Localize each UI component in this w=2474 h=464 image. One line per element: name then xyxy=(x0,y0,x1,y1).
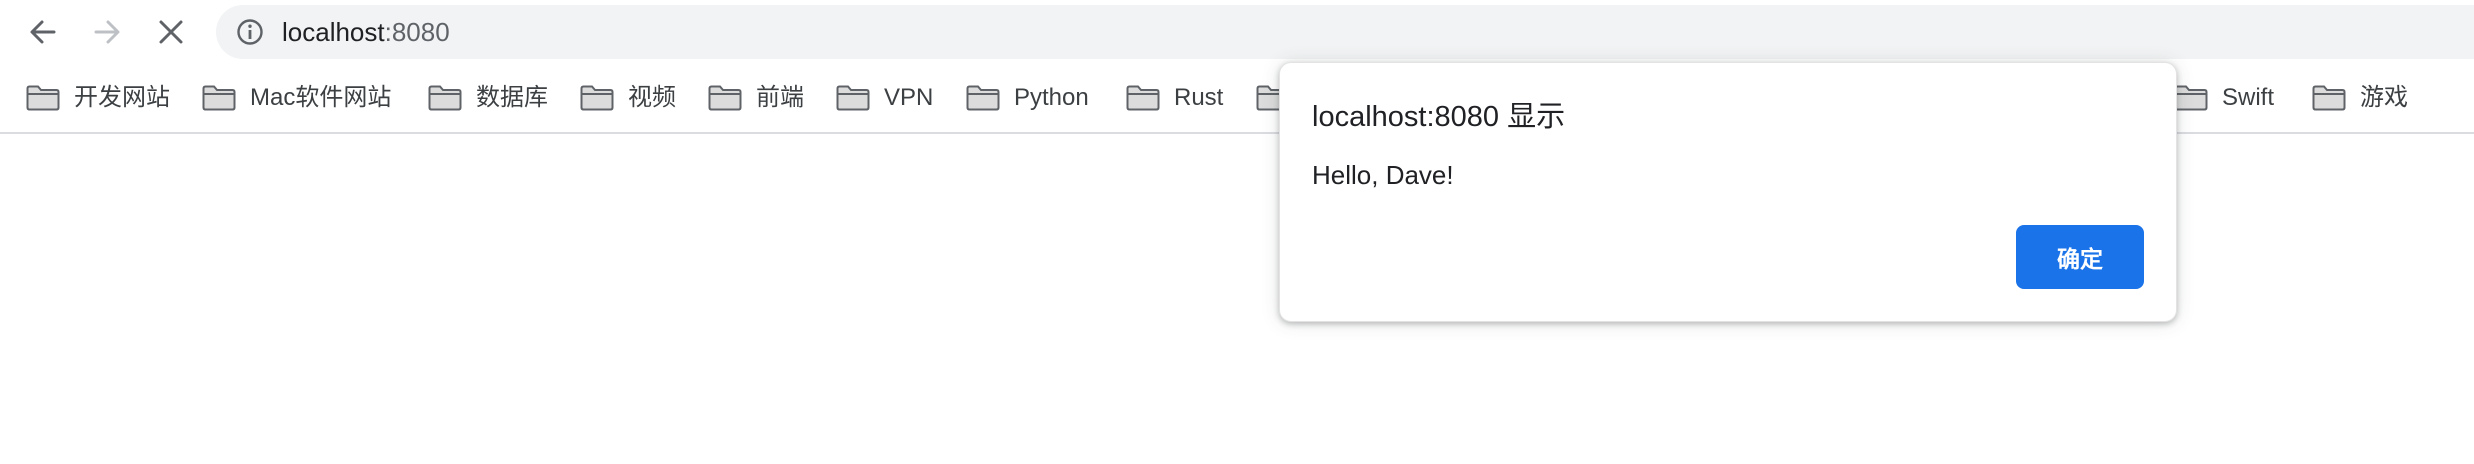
bookmark-label: 游戏 xyxy=(2360,84,2408,111)
alert-dialog: localhost:8080 显示 Hello, Dave! 确定 xyxy=(1279,62,2177,322)
folder-icon xyxy=(580,85,614,111)
bookmark-label: VPN xyxy=(884,84,934,111)
bookmark-folder-python[interactable]: Python xyxy=(966,80,1089,116)
address-bar[interactable]: localhost:8080 xyxy=(216,5,2474,59)
info-icon[interactable] xyxy=(236,18,264,46)
folder-icon xyxy=(428,85,462,111)
bookmark-folder-database[interactable]: 数据库 xyxy=(428,80,548,116)
bookmark-label: Swift xyxy=(2222,84,2275,111)
bookmark-label: 前端 xyxy=(756,84,804,111)
ok-button[interactable]: 确定 xyxy=(2016,225,2144,289)
url-port: :8080 xyxy=(384,17,450,47)
stop-button[interactable] xyxy=(148,9,194,55)
folder-icon xyxy=(966,85,1000,111)
bookmark-folder-swift[interactable]: Swift xyxy=(2174,80,2274,116)
bookmark-folder-video[interactable]: 视频 xyxy=(580,80,676,116)
bookmark-label: 开发网站 xyxy=(74,84,170,111)
folder-icon xyxy=(202,85,236,111)
arrow-left-icon xyxy=(30,20,56,44)
bookmark-label: 视频 xyxy=(628,84,676,111)
folder-icon xyxy=(26,85,60,111)
folder-icon xyxy=(708,85,742,111)
bookmark-folder-dev-sites[interactable]: 开发网站 xyxy=(26,80,170,116)
bookmark-folder-games[interactable]: 游戏 xyxy=(2312,80,2408,116)
folder-icon xyxy=(2174,85,2208,111)
dialog-title: localhost:8080 显示 xyxy=(1312,101,1566,133)
folder-icon xyxy=(1126,85,1160,111)
folder-icon xyxy=(2312,85,2346,111)
bookmark-label: Python xyxy=(1014,84,1089,111)
url-host: localhost xyxy=(282,17,385,47)
bookmark-folder-rust[interactable]: Rust xyxy=(1126,80,1223,116)
dialog-message: Hello, Dave! xyxy=(1312,160,1454,190)
bookmark-folder-mac-software[interactable]: Mac软件网站 xyxy=(202,80,391,116)
close-icon xyxy=(159,20,183,44)
arrow-right-icon xyxy=(94,20,120,44)
forward-button[interactable] xyxy=(84,9,130,55)
bookmark-folder-frontend[interactable]: 前端 xyxy=(708,80,804,116)
bookmark-folder-vpn[interactable]: VPN xyxy=(836,80,933,116)
url-text[interactable]: localhost:8080 xyxy=(282,18,450,46)
bookmark-label: 数据库 xyxy=(476,84,548,111)
bookmark-label: Rust xyxy=(1174,84,1224,111)
back-button[interactable] xyxy=(20,9,66,55)
bookmark-label: Mac软件网站 xyxy=(250,84,392,111)
folder-icon xyxy=(836,85,870,111)
browser-toolbar: localhost:8080 xyxy=(0,0,2474,64)
